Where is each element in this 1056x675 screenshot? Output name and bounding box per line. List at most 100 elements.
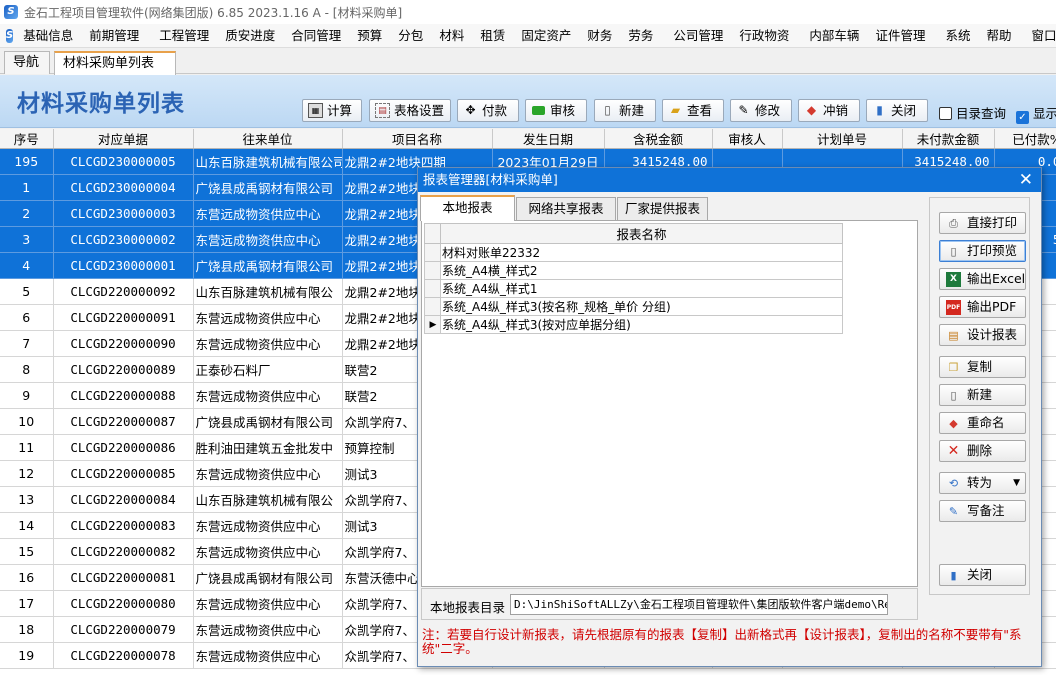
cell-no[interactable]: 16 [0, 564, 54, 591]
column-header[interactable]: 序号 [0, 129, 54, 149]
cell-doc[interactable]: CLCGD220000086 [53, 434, 194, 461]
report-dir-path-field[interactable]: D:\JinShiSoftALLZy\金石工程项目管理软件\集团版软件客户端de… [510, 594, 888, 615]
cell-unit[interactable]: 东营远成物资供应中心 [193, 642, 343, 669]
copy-report-button[interactable]: ❐ 复制 [939, 356, 1026, 378]
reverse-button[interactable]: ◆ 冲销 [798, 99, 860, 122]
menu-window[interactable]: 窗口 [1023, 24, 1056, 48]
cell-no[interactable]: 15 [0, 538, 54, 565]
cell-unit[interactable]: 广饶县成禹钢材有限公司 [193, 252, 343, 279]
column-header[interactable]: 未付款金额 [902, 129, 995, 149]
cell-unit[interactable]: 东营远成物资供应中心 [193, 538, 343, 565]
new-button[interactable]: ▯ 新建 [594, 99, 656, 122]
report-row[interactable]: 材料对账单22332 [424, 243, 843, 262]
review-button[interactable]: 审核 [525, 99, 587, 122]
cell-unit[interactable]: 东营远成物资供应中心 [193, 460, 343, 487]
cell-unit[interactable]: 正泰砂石料厂 [193, 356, 343, 383]
report-row[interactable]: 系统_A4纵_样式1 [424, 279, 843, 298]
tab-vendor-reports[interactable]: 厂家提供报表 [617, 197, 708, 220]
cell-doc[interactable]: CLCGD220000083 [53, 512, 194, 539]
report-name[interactable]: 系统_A4纵_样式3(按对应单据分组) [440, 315, 843, 334]
export-pdf-button[interactable]: PDF 输出PDF [939, 296, 1026, 318]
cell-unit[interactable]: 胜利油田建筑五金批发中 [193, 434, 343, 461]
column-header[interactable]: 发生日期 [492, 129, 605, 149]
report-name[interactable]: 系统_A4横_样式2 [440, 261, 843, 280]
menu-contract[interactable]: 合同管理 [283, 24, 349, 48]
cell-no[interactable]: 17 [0, 590, 54, 617]
cell-no[interactable]: 195 [0, 148, 54, 175]
cell-doc[interactable]: CLCGD220000084 [53, 486, 194, 513]
report-row[interactable]: 系统_A4纵_样式3(按名称_规格_单价 分组) [424, 297, 843, 316]
cell-unit[interactable]: 东营远成物资供应中心 [193, 512, 343, 539]
cell-unit[interactable]: 广饶县成禹钢材有限公司 [193, 564, 343, 591]
menu-early-stage[interactable]: 前期管理 [81, 24, 147, 48]
column-header[interactable]: 往来单位 [193, 129, 343, 149]
cell-unit[interactable]: 山东百脉建筑机械有限公 [193, 278, 343, 305]
display-checkbox[interactable]: ✓ 显示 [1016, 103, 1056, 124]
menu-project[interactable]: 工程管理 [151, 24, 217, 48]
menu-quality-safety[interactable]: 质安进度 [217, 24, 283, 48]
pay-button[interactable]: ✥ 付款 [457, 99, 519, 122]
cell-unit[interactable]: 广饶县成禹钢材有限公司 [193, 408, 343, 435]
report-row[interactable]: ▶ 系统_A4纵_样式3(按对应单据分组) [424, 315, 843, 334]
menu-logo-icon[interactable]: S [6, 28, 14, 43]
column-header[interactable]: 计划单号 [782, 129, 903, 149]
cell-no[interactable]: 13 [0, 486, 54, 513]
cell-no[interactable]: 19 [0, 642, 54, 669]
cell-doc[interactable]: CLCGD220000079 [53, 616, 194, 643]
cell-doc[interactable]: CLCGD230000003 [53, 200, 194, 227]
cell-no[interactable]: 12 [0, 460, 54, 487]
design-report-button[interactable]: ▤ 设计报表 [939, 324, 1026, 346]
cell-unit[interactable]: 山东百脉建筑机械有限公司 [193, 148, 343, 175]
menu-finance[interactable]: 财务 [579, 24, 620, 48]
cell-doc[interactable]: CLCGD220000089 [53, 356, 194, 383]
print-direct-button[interactable]: ⎙ 直接打印 [939, 212, 1026, 234]
cell-unit[interactable]: 广饶县成禹钢材有限公司 [193, 174, 343, 201]
cell-unit[interactable]: 东营远成物资供应中心 [193, 200, 343, 227]
cell-doc[interactable]: CLCGD220000088 [53, 382, 194, 409]
delete-report-button[interactable]: ✕ 删除 [939, 440, 1026, 462]
print-preview-button[interactable]: ▯ 打印预览 [939, 240, 1026, 262]
cell-unit[interactable]: 东营远成物资供应中心 [193, 590, 343, 617]
menu-basic-info[interactable]: 基础信息 [15, 24, 81, 48]
cell-no[interactable]: 3 [0, 226, 54, 253]
column-header[interactable]: 含税金额 [604, 129, 713, 149]
column-header[interactable]: 已付款% [994, 129, 1056, 149]
menu-admin-supplies[interactable]: 行政物资 [731, 24, 797, 48]
column-header[interactable]: 对应单据 [53, 129, 194, 149]
cell-unit[interactable]: 东营远成物资供应中心 [193, 304, 343, 331]
menu-lease[interactable]: 租赁 [472, 24, 513, 48]
cell-doc[interactable]: CLCGD230000005 [53, 148, 194, 175]
tab-network-reports[interactable]: 网络共享报表 [516, 197, 616, 220]
cell-unit[interactable]: 东营远成物资供应中心 [193, 382, 343, 409]
cell-doc[interactable]: CLCGD220000092 [53, 278, 194, 305]
table-settings-button[interactable]: ▤ 表格设置 [369, 99, 451, 122]
cell-no[interactable]: 8 [0, 356, 54, 383]
cell-unit[interactable]: 东营远成物资供应中心 [193, 616, 343, 643]
cell-doc[interactable]: CLCGD220000080 [53, 590, 194, 617]
tab-material-purchase-list[interactable]: 材料采购单列表 [54, 51, 176, 75]
new-report-button[interactable]: ▯ 新建 [939, 384, 1026, 406]
calc-button[interactable]: ▦ 计算 [302, 99, 362, 122]
menu-budget[interactable]: 预算 [349, 24, 390, 48]
menu-materials[interactable]: 材料 [431, 24, 472, 48]
close-button[interactable]: ▮ 关闭 [866, 99, 928, 122]
dir-query-checkbox[interactable]: 目录查询 [939, 103, 1006, 122]
cell-doc[interactable]: CLCGD220000082 [53, 538, 194, 565]
tab-local-reports[interactable]: 本地报表 [420, 195, 515, 221]
cell-no[interactable]: 14 [0, 512, 54, 539]
cell-no[interactable]: 7 [0, 330, 54, 357]
cell-unit[interactable]: 东营远成物资供应中心 [193, 330, 343, 357]
cell-doc[interactable]: CLCGD220000090 [53, 330, 194, 357]
cell-no[interactable]: 11 [0, 434, 54, 461]
cell-no[interactable]: 1 [0, 174, 54, 201]
cell-unit[interactable]: 山东百脉建筑机械有限公 [193, 486, 343, 513]
dialog-close-icon[interactable]: ✕ [1019, 169, 1033, 191]
cell-no[interactable]: 6 [0, 304, 54, 331]
tab-navigation[interactable]: 导航 [4, 51, 50, 74]
cell-unit[interactable]: 东营远成物资供应中心 [193, 226, 343, 253]
cell-no[interactable]: 2 [0, 200, 54, 227]
write-note-button[interactable]: ✎ 写备注 [939, 500, 1026, 522]
view-button[interactable]: ▰ 查看 [662, 99, 724, 122]
cell-no[interactable]: 9 [0, 382, 54, 409]
menu-system[interactable]: 系统 [937, 24, 978, 48]
